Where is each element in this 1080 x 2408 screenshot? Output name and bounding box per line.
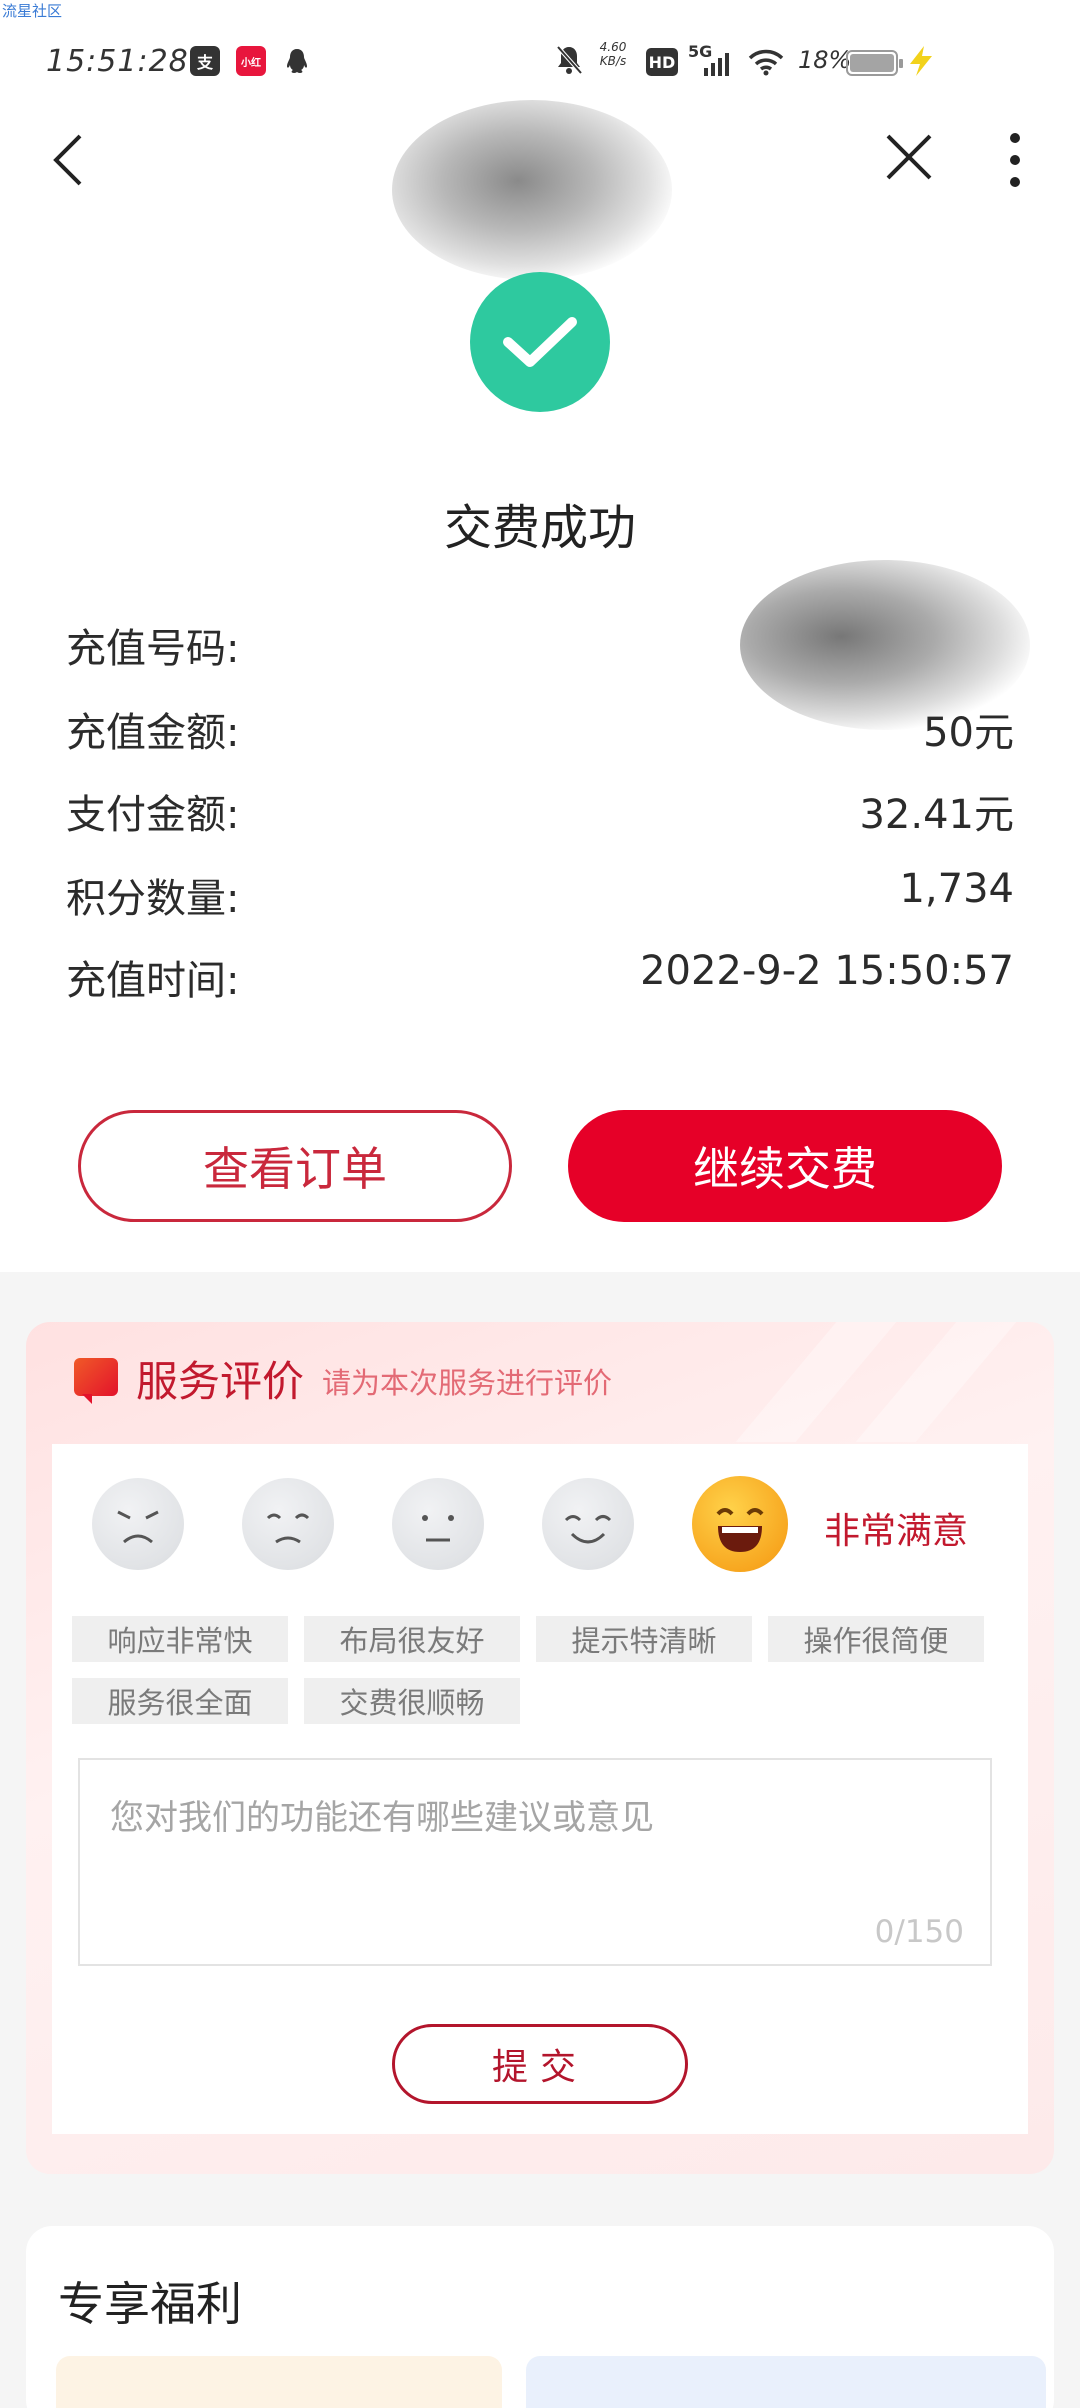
info-row-phone: 充值号码: [66, 616, 1014, 676]
info-label: 积分数量: [66, 876, 240, 922]
app-notification-icon: 小红 [236, 46, 266, 76]
tag-full-service[interactable]: 服务很全面 [72, 1678, 288, 1724]
wifi-icon [748, 48, 784, 82]
info-label: 支付金额: [66, 792, 240, 838]
sad-face-icon[interactable] [242, 1478, 334, 1570]
info-value: 32.41元 [859, 792, 1014, 838]
alipay-icon: 支 [190, 46, 220, 76]
feedback-input[interactable] [80, 1760, 990, 1964]
submit-button[interactable]: 提交 [392, 2024, 688, 2104]
info-row-time: 充值时间: 2022-9-2 15:50:57 [66, 948, 1014, 1008]
info-label: 充值号码: [66, 626, 240, 672]
info-value: 2022-9-2 15:50:57 [640, 948, 1014, 994]
close-button[interactable] [882, 130, 936, 188]
hd-badge: HD [646, 48, 678, 76]
info-label: 充值金额: [66, 710, 240, 756]
benefits-title: 专享福利 [58, 2277, 242, 2331]
rating-panel: 非常满意 响应非常快 布局很友好 提示特清晰 操作很简便 服务很全面 交费很顺畅… [52, 1444, 1028, 2134]
tag-easy-operation[interactable]: 操作很简便 [768, 1616, 984, 1662]
view-order-button[interactable]: 查看订单 [78, 1110, 512, 1222]
rating-title: 服务评价 [136, 1357, 305, 1406]
redacted-area [392, 100, 672, 280]
info-value: 50元 [923, 710, 1014, 756]
angry-face-icon[interactable] [92, 1478, 184, 1570]
info-row-recharge-amount: 充值金额: 50元 [66, 700, 1014, 760]
tag-fast-response[interactable]: 响应非常快 [72, 1616, 288, 1662]
signal-icon [704, 50, 734, 82]
status-time: 15:51:28 [46, 44, 189, 79]
mute-bell-icon [554, 44, 584, 82]
battery-percent: 18% [798, 46, 852, 74]
benefit-item[interactable] [526, 2356, 1046, 2408]
feedback-box: 0/150 [78, 1758, 992, 1966]
tag-clear-hints[interactable]: 提示特清晰 [536, 1616, 752, 1662]
very-happy-face-icon[interactable] [692, 1476, 788, 1572]
neutral-face-icon[interactable] [392, 1478, 484, 1570]
tag-smooth-payment[interactable]: 交费很顺畅 [304, 1678, 520, 1724]
net-speed: 4.60 KB/s [599, 40, 627, 68]
rating-subtitle: 请为本次服务进行评价 [322, 1366, 613, 1400]
qq-icon [282, 46, 312, 76]
success-check-icon [470, 272, 610, 412]
info-label: 充值时间: [66, 958, 240, 1004]
service-rating-card: 服务评价 请为本次服务进行评价 非常满意 响应非常快 布局很友好 提示特清晰 操… [26, 1322, 1054, 2174]
smile-face-icon[interactable] [542, 1478, 634, 1570]
info-row-paid-amount: 支付金额: 32.41元 [66, 782, 1014, 842]
char-counter: 0/150 [874, 1914, 964, 1950]
page-title: 交费成功 [443, 500, 636, 556]
back-button[interactable] [48, 130, 88, 194]
rating-flag-icon [74, 1358, 118, 1404]
tag-friendly-layout[interactable]: 布局很友好 [304, 1616, 520, 1662]
more-menu-button[interactable] [998, 130, 1032, 194]
selected-rating-label: 非常满意 [824, 1511, 969, 1552]
battery-icon [846, 50, 903, 76]
continue-pay-button[interactable]: 继续交费 [568, 1110, 1002, 1222]
watermark-text: 流星社区 [2, 2, 63, 20]
benefits-card: 专享福利 [26, 2226, 1054, 2408]
info-value: 1,734 [899, 866, 1014, 912]
benefit-item[interactable] [56, 2356, 502, 2408]
charging-icon [906, 44, 936, 84]
info-row-points: 积分数量: 1,734 [66, 866, 1014, 926]
status-bar: 15:51:28 支 小红 4.60 KB/s HD 5G 18% [0, 36, 1080, 88]
